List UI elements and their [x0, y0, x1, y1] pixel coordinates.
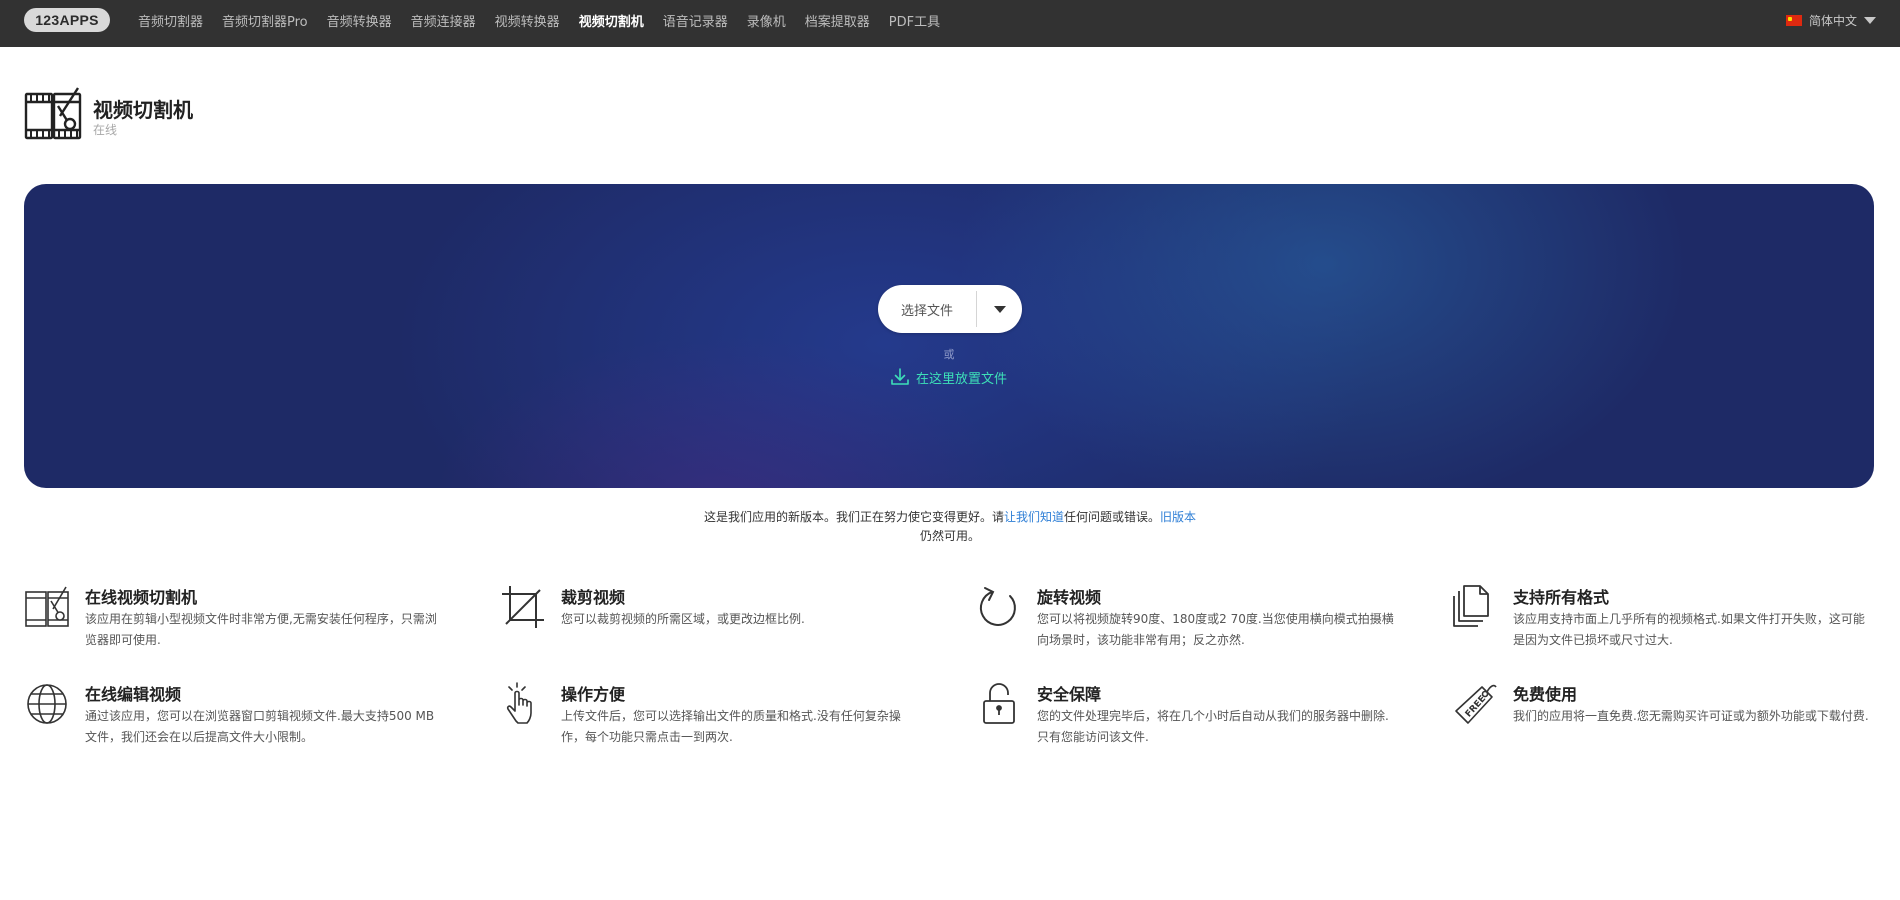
page-subtitle: 在线	[93, 123, 118, 137]
download-icon	[891, 368, 909, 385]
nav-item-pdf-tools[interactable]: PDF工具	[889, 11, 940, 30]
notice-text-3: 仍然可用。	[919, 529, 980, 543]
feature-title: 在线视频切割机	[85, 588, 198, 607]
feature-description: 通过该应用，您可以在浏览器窗口剪辑视频文件.最大支持500 MB文件，我们还会在…	[85, 709, 435, 744]
feature-title: 操作方便	[561, 685, 626, 704]
globe-icon	[27, 684, 67, 724]
drop-files-link[interactable]: 在这里放置文件	[890, 367, 1007, 387]
or-label: 或	[943, 348, 955, 361]
feature-description: 上传文件后，您可以选择输出文件的质量和格式.没有任何复杂操作，每个功能只需点击一…	[561, 709, 901, 744]
feature-description: 您可以将视频旋转90度、180度或2 70度.当您使用横向模式拍摄横向场景时，该…	[1037, 612, 1394, 647]
nav-item-video-converter[interactable]: 视频转换器	[495, 11, 560, 30]
nav-item-voice-recorder[interactable]: 语音记录器	[663, 11, 728, 30]
feature-title: 免费使用	[1513, 685, 1578, 704]
svg-text:FREE: FREE	[1464, 694, 1488, 720]
nav-item-audio-cutter-pro[interactable]: 音频切割器Pro	[222, 11, 308, 30]
chevron-down-icon	[1864, 17, 1876, 24]
nav-item-audio-converter[interactable]: 音频转换器	[327, 11, 392, 30]
choose-source-dropdown[interactable]	[977, 285, 1022, 333]
feature-description: 我们的应用将一直免费.您无需购买许可证或为额外功能或下载付费.	[1513, 709, 1869, 723]
upload-area[interactable]: 选择文件 或 在这里放置文件	[24, 184, 1874, 488]
old-version-link[interactable]: 旧版本	[1160, 510, 1196, 524]
feature-description: 该应用在剪辑小型视频文件时非常方便,无需安装任何程序，只需浏览器即可使用.	[85, 612, 437, 647]
feature-title: 裁剪视频	[561, 588, 626, 607]
free-tag-icon: FREE	[1455, 684, 1497, 724]
choose-file-button-group: 选择文件	[878, 285, 1022, 333]
new-version-notice: 这是我们应用的新版本。我们正在努力使它变得更好。请让我们知道任何问题或错误。旧版…	[690, 508, 1210, 546]
nav-menu: 音频切割器 音频切割器Pro 音频转换器 音频连接器 视频转换器 视频切割机 语…	[138, 0, 940, 41]
feature-title: 旋转视频	[1037, 588, 1102, 607]
feature-title: 安全保障	[1037, 685, 1102, 704]
rotate-icon	[979, 587, 1016, 626]
lock-icon	[983, 683, 1015, 724]
nav-item-video-cutter[interactable]: 视频切割机	[579, 11, 644, 30]
notice-text-1: 这是我们应用的新版本。我们正在努力使它变得更好。请	[703, 510, 1004, 524]
nav-item-video-recorder[interactable]: 录像机	[747, 11, 786, 30]
feature-title: 支持所有格式	[1513, 588, 1610, 607]
video-cutter-icon	[25, 586, 69, 627]
china-flag-icon	[1785, 15, 1802, 26]
feature-description: 您可以裁剪视频的所需区域，或更改边框比例.	[561, 612, 805, 626]
language-label: 简体中文	[1808, 14, 1857, 28]
page-title: 视频切割机	[93, 98, 193, 122]
notice-text-2: 任何问题或错误。	[1064, 510, 1161, 524]
feedback-link[interactable]: 让我们知道	[1004, 510, 1064, 524]
triangle-down-icon	[993, 305, 1006, 313]
feature-description: 该应用支持市面上几乎所有的视频格式.如果文件打开失败，这可能是因为文件已损坏或尺…	[1513, 612, 1865, 647]
nav-item-archive-extractor[interactable]: 档案提取器	[805, 11, 870, 30]
feature-title: 在线编辑视频	[85, 685, 182, 704]
choose-file-button[interactable]: 选择文件	[878, 285, 976, 333]
crop-icon	[502, 586, 544, 628]
pointer-hand-icon	[506, 682, 532, 724]
logo-123apps[interactable]: 123APPS	[24, 8, 110, 32]
language-selector[interactable]: 简体中文	[1785, 0, 1876, 41]
drop-files-label: 在这里放置文件	[916, 371, 1008, 387]
video-cutter-app-icon	[24, 87, 82, 140]
top-navigation-bar: 123APPS 音频切割器 音频切割器Pro 音频转换器 音频连接器 视频转换器…	[0, 0, 1900, 47]
files-icon	[1453, 585, 1489, 627]
nav-item-audio-cutter[interactable]: 音频切割器	[138, 11, 203, 30]
nav-item-audio-joiner[interactable]: 音频连接器	[411, 11, 476, 30]
feature-description: 您的文件处理完毕后，将在几个小时后自动从我们的服务器中删除.只有您能访问该文件.	[1037, 709, 1389, 744]
